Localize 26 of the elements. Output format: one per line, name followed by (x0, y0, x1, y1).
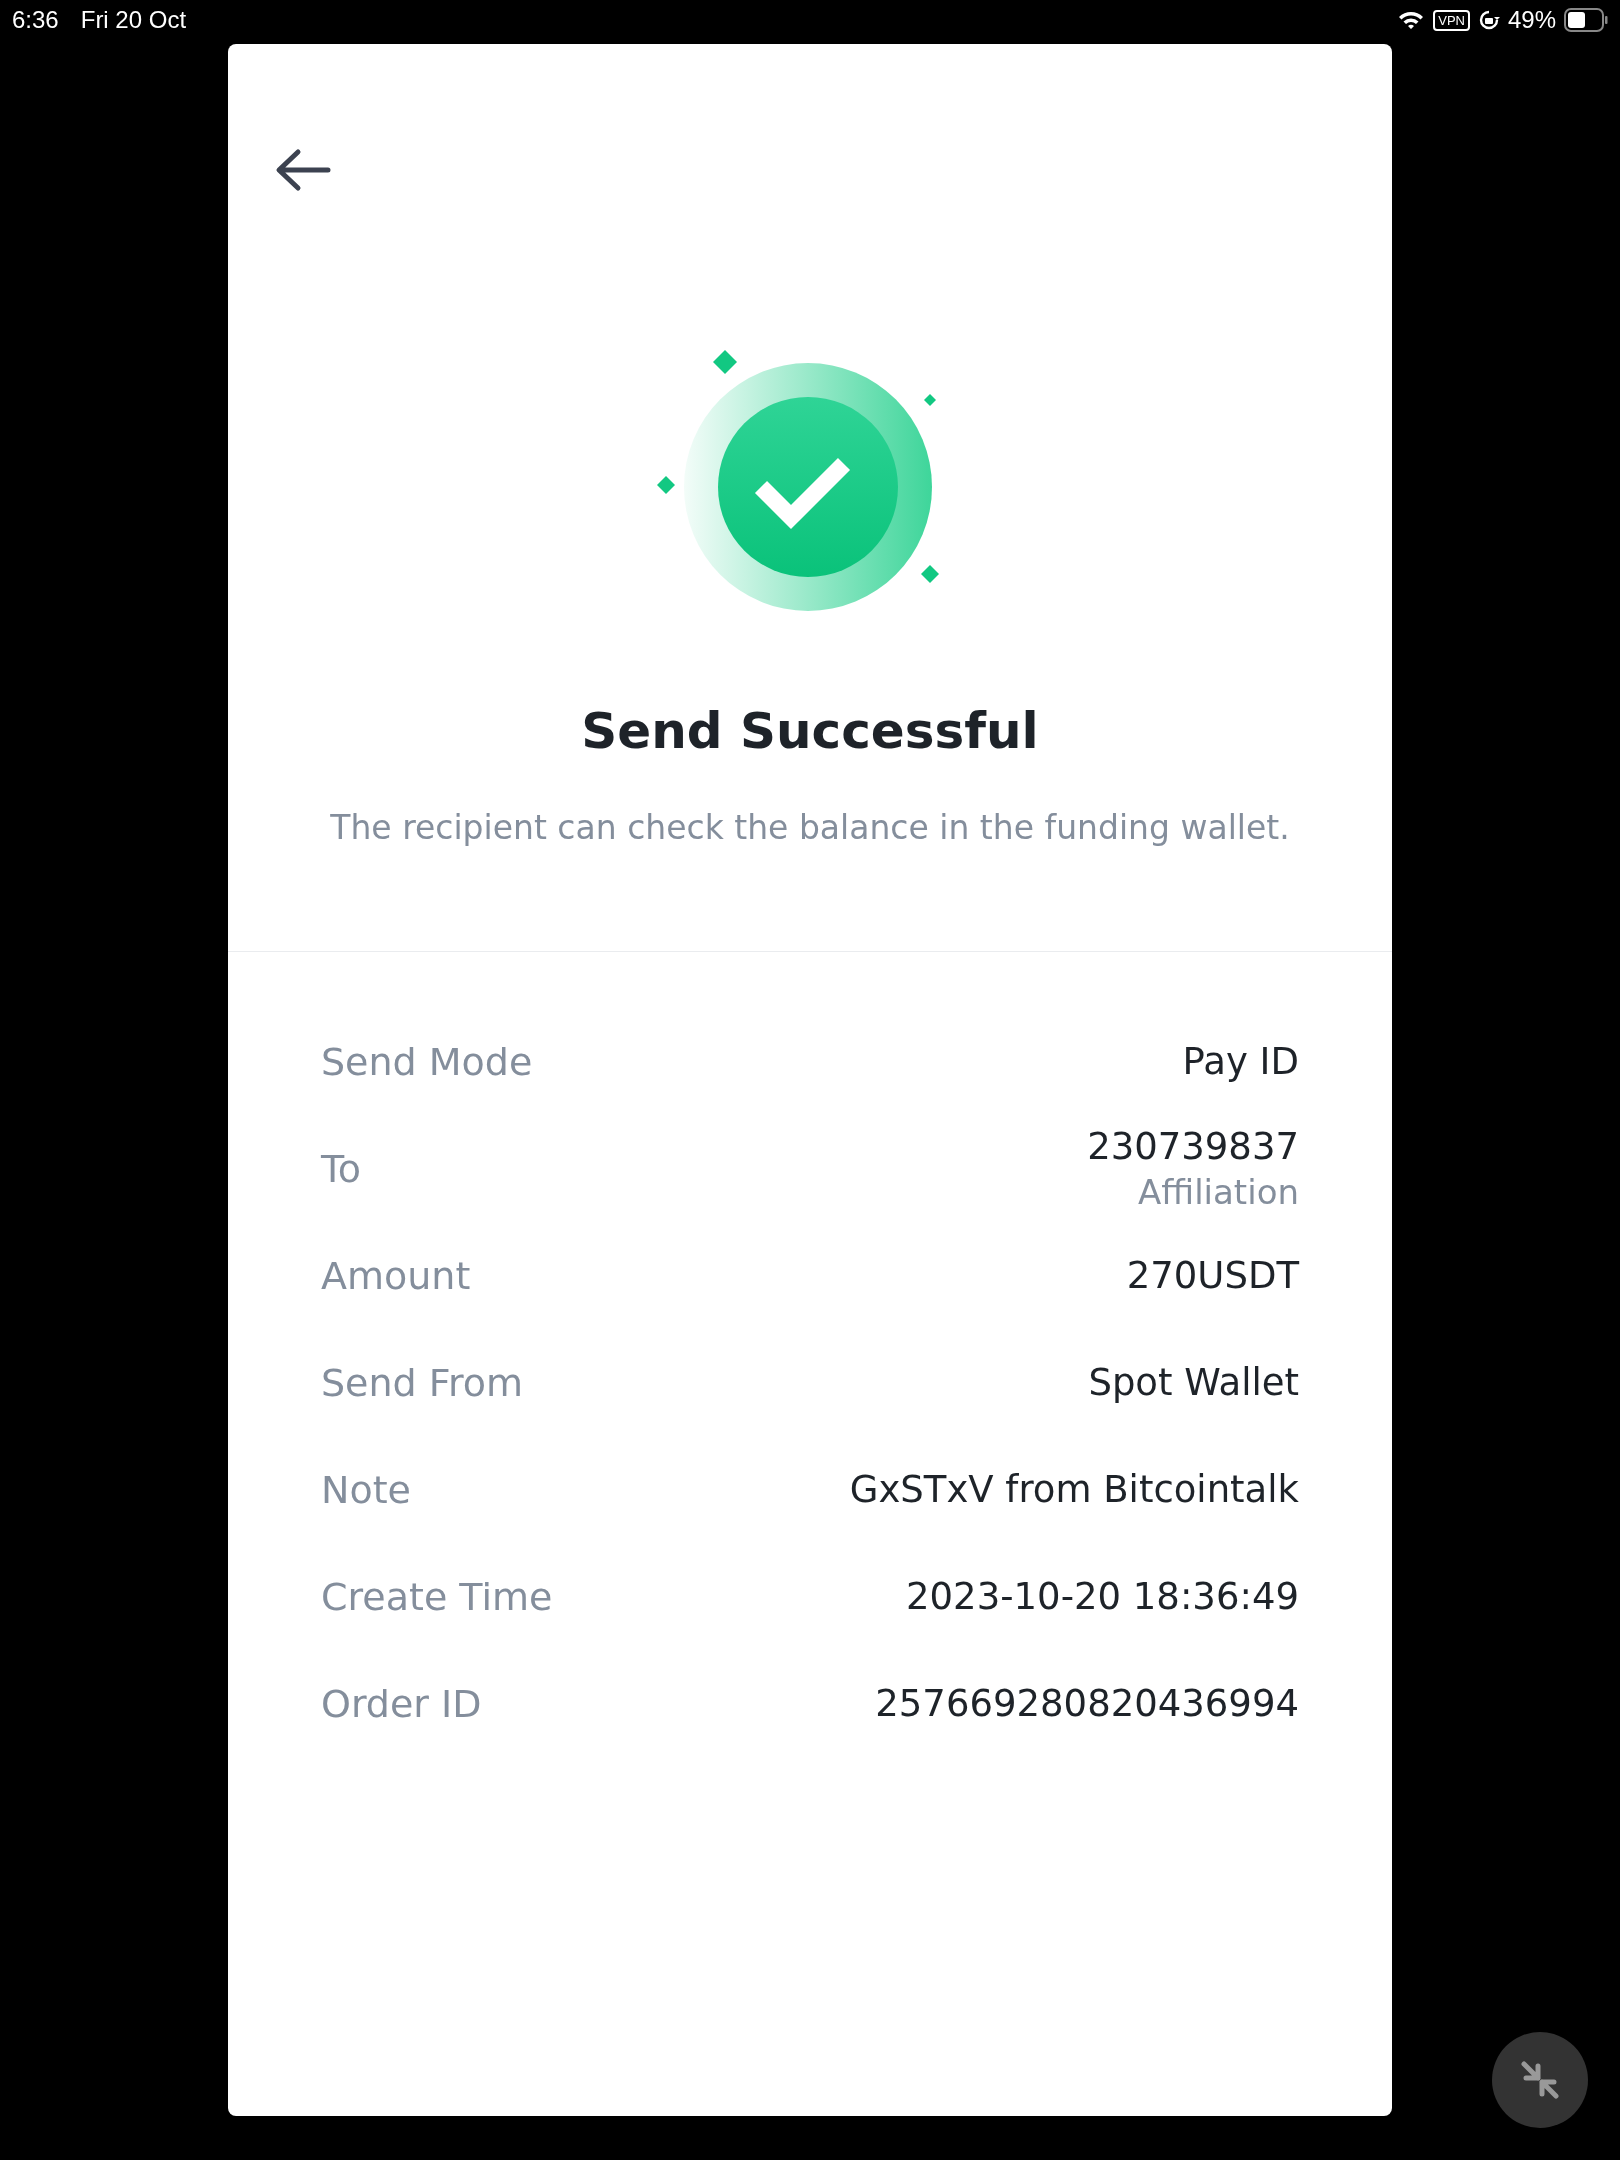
detail-value: 270USDT (1126, 1254, 1299, 1297)
wifi-icon (1397, 9, 1426, 31)
rotation-lock-icon (1477, 9, 1500, 31)
detail-value: 230739837 (1087, 1125, 1299, 1168)
detail-label: Note (321, 1467, 411, 1512)
detail-label: To (321, 1146, 361, 1191)
detail-value: 257669280820436994 (875, 1682, 1299, 1725)
detail-label: Send Mode (321, 1039, 533, 1084)
success-message: The recipient can check the balance in the funding wallet. (330, 808, 1290, 847)
detail-value: Pay ID (1182, 1040, 1299, 1083)
detail-label: Send From (321, 1360, 523, 1405)
back-button[interactable] (274, 148, 332, 192)
detail-subvalue: Affiliation (1138, 1172, 1299, 1212)
detail-value: GxSTxV from Bitcointalk (849, 1468, 1299, 1511)
detail-label: Create Time (321, 1574, 553, 1619)
detail-value: 2023-10-20 18:36:49 (906, 1575, 1299, 1618)
detail-value: Spot Wallet (1088, 1361, 1299, 1404)
success-title: Send Successful (581, 702, 1039, 760)
battery-icon (1564, 8, 1608, 32)
detail-label: Amount (321, 1253, 471, 1298)
status-date: Fri 20 Oct (80, 6, 187, 34)
detail-label: Order ID (321, 1681, 482, 1726)
vpn-badge: VPN (1433, 9, 1470, 31)
battery-percent: 49% (1507, 6, 1556, 34)
back-arrow-icon (274, 148, 332, 192)
status-time: 6:36 (12, 6, 59, 34)
